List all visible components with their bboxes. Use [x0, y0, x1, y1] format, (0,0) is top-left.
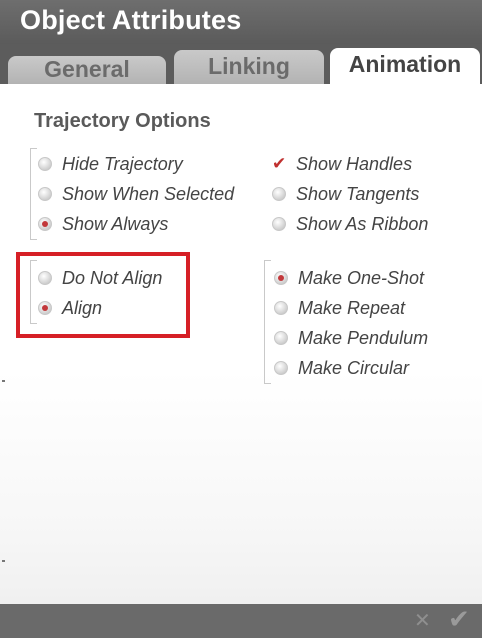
option-show-always[interactable]: Show Always	[38, 213, 168, 235]
checkbox-icon[interactable]	[272, 187, 286, 201]
option-label: Make One-Shot	[298, 267, 425, 288]
option-label: Make Pendulum	[298, 327, 429, 348]
bottom-bar	[0, 604, 482, 638]
option-label: Make Repeat	[298, 297, 406, 318]
radio-button-icon[interactable]	[274, 331, 288, 345]
option-show-handles[interactable]: ✔ Show Handles	[272, 153, 412, 175]
ok-checkmark-icon[interactable]: ✔	[448, 604, 470, 635]
option-show-as-ribbon[interactable]: Show As Ribbon	[272, 213, 428, 235]
section-title: Trajectory Options	[34, 110, 211, 132]
radio-button-selected-icon[interactable]	[38, 217, 52, 231]
cancel-x-icon[interactable]: ✕	[414, 608, 431, 633]
option-label: Hide Trajectory	[62, 153, 183, 174]
tab-animation[interactable]: Animation	[330, 48, 480, 84]
edge-mark	[2, 380, 5, 382]
option-label: Show When Selected	[62, 183, 235, 204]
tab-strip: General Linking Animation	[0, 44, 482, 84]
tab-linking[interactable]: Linking	[174, 50, 324, 84]
checkbox-icon[interactable]	[272, 217, 286, 231]
option-label: Make Circular	[298, 357, 410, 378]
option-label: Show As Ribbon	[296, 213, 429, 234]
tab-general[interactable]: General	[8, 56, 166, 84]
radio-button-icon[interactable]	[274, 301, 288, 315]
option-hide-trajectory[interactable]: Hide Trajectory	[38, 153, 183, 175]
radio-button-icon[interactable]	[274, 361, 288, 375]
title-bar: Object Attributes	[0, 0, 482, 44]
option-label: Show Always	[62, 213, 169, 234]
option-make-circular[interactable]: Make Circular	[274, 357, 409, 379]
radio-button-selected-icon[interactable]	[274, 271, 288, 285]
option-label: Show Handles	[296, 153, 413, 174]
option-show-tangents[interactable]: Show Tangents	[272, 183, 419, 205]
window-title: Object Attributes	[20, 5, 242, 35]
trajectory-group-bracket	[30, 148, 37, 240]
option-make-repeat[interactable]: Make Repeat	[274, 297, 405, 319]
option-show-when-selected[interactable]: Show When Selected	[38, 183, 234, 205]
radio-button-icon[interactable]	[38, 157, 52, 171]
highlight-box	[16, 252, 190, 338]
radio-button-icon[interactable]	[38, 187, 52, 201]
option-make-pendulum[interactable]: Make Pendulum	[274, 327, 428, 349]
edge-mark	[2, 560, 5, 562]
motion-group-bracket	[264, 260, 271, 384]
option-make-one-shot[interactable]: Make One-Shot	[274, 267, 424, 289]
option-label: Show Tangents	[296, 183, 420, 204]
checkmark-icon[interactable]: ✔	[272, 155, 286, 172]
